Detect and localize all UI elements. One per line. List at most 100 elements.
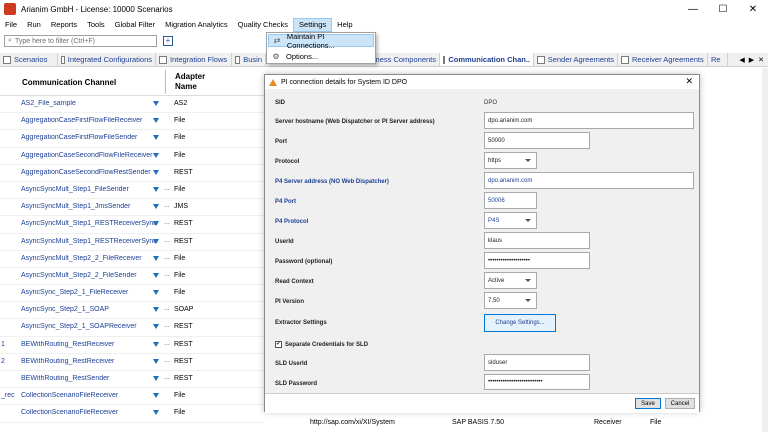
channel-link[interactable]: AsyncSync_Step2_1_FileReceiver xyxy=(21,289,156,296)
change-settings-button[interactable]: Change Settings... xyxy=(484,314,556,332)
dialog-close-button[interactable]: ✕ xyxy=(685,76,693,87)
channel-link[interactable]: AggregationCaseFirstFlowFileSender xyxy=(21,134,156,141)
menu-global-filter[interactable]: Global Filter xyxy=(110,18,160,32)
menu-item-maintain-pi-connections[interactable]: ⇄ Maintain PI Connections... xyxy=(268,32,374,50)
chevron-down-icon[interactable] xyxy=(153,169,159,175)
chevron-down-icon[interactable] xyxy=(153,324,159,330)
table-row[interactable]: AggregationCaseSecondFlowFileReceiver Fil… xyxy=(0,148,264,165)
channel-link[interactable]: AsyncSyncMult_Step2_2_FileSender xyxy=(21,272,156,279)
table-row[interactable]: 1 BEWithRouting_RestReceiver... REST xyxy=(0,337,264,354)
chevron-down-icon[interactable] xyxy=(153,186,159,192)
table-row[interactable]: AsyncSyncMult_Step2_2_FileReceiver... Fil… xyxy=(0,251,264,268)
save-button[interactable]: Save xyxy=(635,398,661,409)
column-header-channel[interactable]: Communication Channel xyxy=(22,78,116,87)
row-more[interactable]: ... xyxy=(164,254,170,261)
row-more[interactable]: ... xyxy=(164,271,170,278)
channel-link[interactable]: AsyncSyncMult_Step2_2_FileReceiver xyxy=(21,255,156,262)
table-row[interactable]: AsyncSync_Step2_1_SOAPReceiver... REST xyxy=(0,319,264,337)
userid-input[interactable]: klaus xyxy=(484,232,590,249)
table-row[interactable]: AsyncSyncMult_Step1_RESTReceiverSync... R… xyxy=(0,216,264,234)
channel-link[interactable]: BEWithRouting_RestSender xyxy=(21,375,156,382)
separate-credentials-checkbox[interactable]: ✓ xyxy=(275,341,282,348)
tab-scenarios[interactable]: Scenarios xyxy=(0,53,58,66)
channel-link[interactable]: AS2_File_sample xyxy=(21,100,156,107)
row-more[interactable]: ... xyxy=(164,219,170,226)
channel-link[interactable]: AggregationCaseSecondFlowRestSender xyxy=(21,169,156,176)
table-row[interactable]: BEWithRouting_RestSender... REST xyxy=(0,371,264,389)
tab-integrated-configurations[interactable]: Integrated Configurations xyxy=(58,53,156,66)
table-row[interactable]: AggregationCaseFirstFlowFileSender File xyxy=(0,130,264,148)
menu-item-options[interactable]: ⚙ Options... xyxy=(268,50,374,63)
chevron-down-icon[interactable] xyxy=(153,376,159,381)
table-row[interactable]: AsyncSync_Step2_1_SOAP... SOAP xyxy=(0,302,264,320)
chevron-down-icon[interactable] xyxy=(153,101,159,106)
tab-sender-agreements[interactable]: Sender Agreements xyxy=(534,53,618,66)
menu-reports[interactable]: Reports xyxy=(46,18,82,32)
vertical-scrollbar[interactable] xyxy=(762,68,768,432)
chevron-down-icon[interactable] xyxy=(153,272,159,278)
row-more[interactable]: ... xyxy=(164,374,170,381)
chevron-down-icon[interactable] xyxy=(153,118,159,124)
chevron-down-icon[interactable] xyxy=(153,393,159,399)
chevron-down-icon[interactable] xyxy=(153,204,159,210)
menu-migration-analytics[interactable]: Migration Analytics xyxy=(160,18,233,32)
column-header-adapter[interactable]: Adapter Name xyxy=(175,72,215,92)
tab-integration-flows[interactable]: Integration Flows xyxy=(156,53,232,66)
chevron-down-icon[interactable] xyxy=(153,341,159,347)
channel-link[interactable]: AsyncSyncMult_Step1_FileSender xyxy=(21,186,156,193)
table-row[interactable]: AS2_File_sample AS2 xyxy=(0,96,264,114)
chevron-down-icon[interactable] xyxy=(153,255,159,261)
chevron-down-icon[interactable] xyxy=(153,152,159,158)
menu-tools[interactable]: Tools xyxy=(82,18,110,32)
table-row[interactable]: AsyncSyncMult_Step1_RESTReceiverSync... R… xyxy=(0,234,264,251)
channel-link[interactable]: CollectionScenarioFileReceiver xyxy=(21,392,156,399)
row-more[interactable]: ... xyxy=(164,305,170,312)
channel-link[interactable]: CollectionScenarioFileReceiver xyxy=(21,409,156,416)
chevron-down-icon[interactable] xyxy=(153,135,159,141)
read-context-select[interactable]: Active xyxy=(484,272,537,289)
tab-receiver-agreements[interactable]: Receiver Agreements xyxy=(618,53,708,66)
channel-link[interactable]: AsyncSync_Step2_1_SOAP xyxy=(21,306,156,313)
channel-link[interactable]: BEWithRouting_RestReceiver xyxy=(21,341,156,348)
table-row[interactable]: AsyncSyncMult_Step1_FileSender... File xyxy=(0,182,264,200)
row-more[interactable]: ... xyxy=(164,322,170,329)
separate-credentials-row[interactable]: ✓ Separate Credentials for SLD xyxy=(275,341,368,348)
minimize-button[interactable]: — xyxy=(678,0,708,18)
host-input[interactable]: dpo.arianim.com xyxy=(484,112,694,129)
table-row[interactable]: CollectionScenarioFileReceiver File xyxy=(0,405,264,423)
channel-link[interactable]: AsyncSync_Step2_1_SOAPReceiver xyxy=(21,323,156,330)
close-window-button[interactable]: ✕ xyxy=(738,0,768,18)
table-row[interactable]: _rec CollectionScenarioFileReceiver File xyxy=(0,388,264,406)
tab-next-icon[interactable]: ▶ xyxy=(749,56,754,64)
sld-userid-input[interactable]: slduser xyxy=(484,354,590,371)
tab-communication-channels[interactable]: Communication Chan.. xyxy=(440,53,534,66)
table-row[interactable]: AggregationCaseSecondFlowRestSender REST xyxy=(0,165,264,182)
table-row[interactable]: AsyncSyncMult_Step1_JmsSender... JMS xyxy=(0,199,264,217)
pi-version-select[interactable]: 7.50 xyxy=(484,292,537,309)
channel-link[interactable]: AsyncSyncMult_Step1_RESTReceiverSync xyxy=(21,220,156,227)
filter-box[interactable]: ⌕ Type here to filter (Ctrl+F) xyxy=(4,35,157,47)
cancel-button[interactable]: Cancel xyxy=(665,398,695,409)
channel-link[interactable]: AsyncSyncMult_Step1_RESTReceiverSync xyxy=(21,238,156,245)
add-filter-button[interactable]: + xyxy=(163,36,173,46)
menu-settings[interactable]: Settings xyxy=(293,18,333,32)
row-more[interactable]: ... xyxy=(164,185,170,192)
chevron-down-icon[interactable] xyxy=(153,410,159,416)
row-more[interactable]: ... xyxy=(164,202,170,209)
chevron-down-icon[interactable] xyxy=(153,238,159,244)
chevron-down-icon[interactable] xyxy=(153,307,159,313)
channel-link[interactable]: AsyncSyncMult_Step1_JmsSender xyxy=(21,203,156,210)
tab-prev-icon[interactable]: ◀ xyxy=(739,56,744,64)
tab-business-systems[interactable]: Busin xyxy=(232,53,266,66)
row-more[interactable]: ... xyxy=(164,357,170,364)
menu-quality-checks[interactable]: Quality Checks xyxy=(233,18,293,32)
tab-close-icon[interactable]: ✕ xyxy=(758,56,764,64)
row-more[interactable]: ... xyxy=(164,237,170,244)
channel-link[interactable]: AggregationCaseFirstFlowFileReceiver xyxy=(21,117,156,124)
column-separator[interactable] xyxy=(165,70,166,94)
channel-link[interactable]: AggregationCaseSecondFlowFileReceiver xyxy=(21,152,156,159)
p4-protocol-select[interactable]: P4S xyxy=(484,212,537,229)
port-input[interactable]: 50000 xyxy=(484,132,590,149)
protocol-select[interactable]: https xyxy=(484,152,537,169)
table-row[interactable]: AggregationCaseFirstFlowFileReceiver File xyxy=(0,113,264,131)
